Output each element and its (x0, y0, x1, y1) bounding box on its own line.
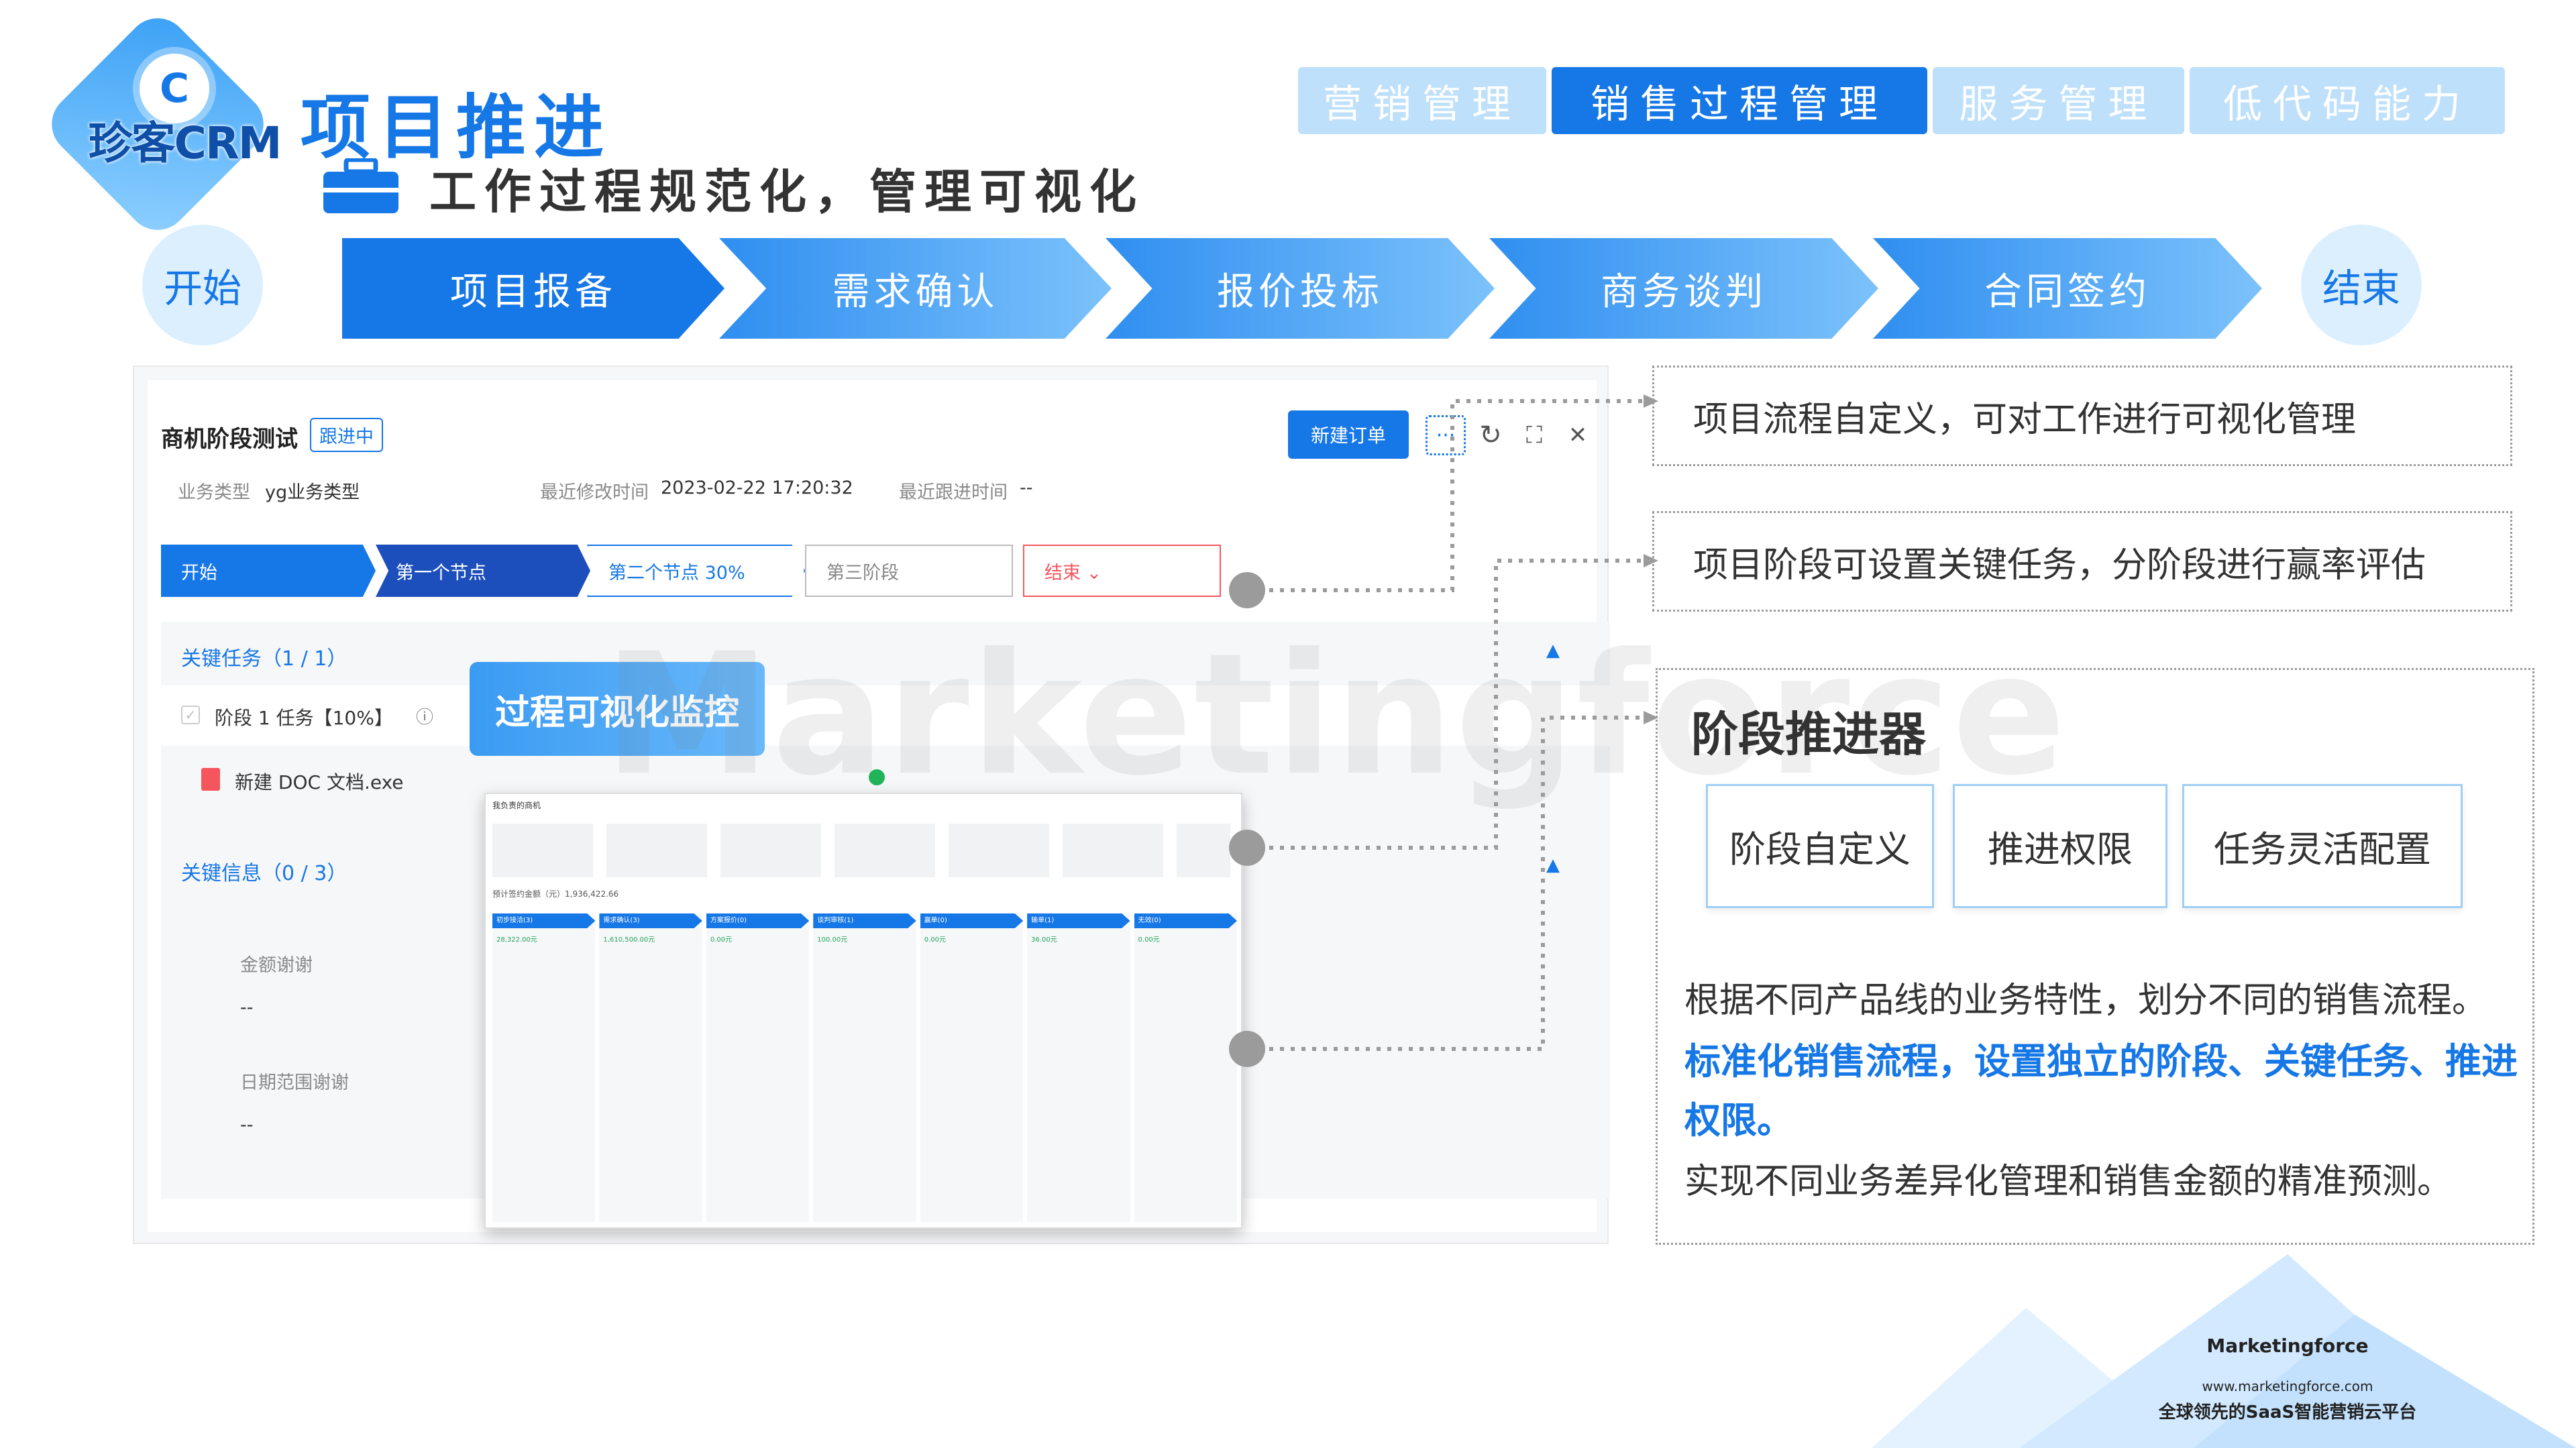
tab-sales-process[interactable]: 销售过程管理 (1552, 67, 1927, 134)
advancer-desc-1: 根据不同产品线的业务特性，划分不同的销售流程。 (1684, 981, 2487, 1021)
amount-field-value: -- (240, 997, 254, 1018)
process-end: 结束 (2301, 225, 2422, 345)
card-stage-custom: 阶段自定义 (1706, 784, 1934, 908)
kanban-column-amount: 28,322.00元 (496, 936, 537, 944)
task-checkbox[interactable]: ✓ (181, 706, 200, 724)
process-step-2: 需求确认 (719, 238, 1112, 339)
kanban-column-amount: 36.00元 (1031, 936, 1057, 944)
page-subtitle: 工作过程规范化，管理可视化 (429, 164, 1144, 219)
kanban-column-amount: 1,610,500.00元 (603, 936, 655, 944)
feature-box-1: 项目流程自定义，可对工作进行可视化管理 (1652, 366, 2512, 466)
kanban-column-header: 初步接洽(3) (492, 913, 596, 928)
process-step-1: 项目报备 (342, 238, 724, 339)
advancer-title: 阶段推进器 (1691, 707, 1926, 762)
stage-node-1[interactable]: 第一个节点 (376, 545, 590, 597)
footer-slogan: 全球领先的SaaS智能营销云平台 (2158, 1402, 2417, 1423)
amount-field-label: 金额谢谢 (240, 955, 313, 976)
logo-text: 珍客CRM (88, 117, 282, 169)
process-start: 开始 (142, 225, 263, 345)
date-range-value: -- (240, 1115, 254, 1135)
stage-node-3[interactable]: 第三阶段 (805, 545, 1013, 597)
tab-marketing[interactable]: 营销管理 (1298, 67, 1546, 134)
kanban-filters (492, 824, 1230, 877)
date-range-label: 日期范围谢谢 (240, 1072, 349, 1093)
business-type-value: yg业务类型 (265, 482, 360, 503)
followup-value: -- (1020, 478, 1033, 498)
kanban-columns: 初步接洽(3) 28,322.00元 需求确认(3) 1,610,500.00元 方案报… (492, 913, 1237, 1222)
kanban-column-header: 赢单(0) (920, 913, 1024, 928)
business-type-label: 业务类型 (178, 482, 250, 503)
footer-url: www.marketingforce.com (2202, 1378, 2373, 1394)
kanban-column-amount: 100.00元 (817, 936, 848, 944)
kanban-thumbnail: 我负责的商机 预计签约金额（元）1,936,422.66 初步接洽(3) 28,3… (484, 793, 1242, 1229)
marketingforce-logo: Marketingforce (2206, 1335, 2369, 1357)
kanban-stats: 预计签约金额（元）1,936,422.66 (492, 889, 619, 899)
process-step-4: 商务谈判 (1489, 238, 1878, 339)
connector-dot (1229, 572, 1265, 608)
kanban-title: 我负责的商机 (492, 801, 541, 810)
modified-value: 2023-02-22 17:20:32 (661, 478, 853, 498)
tab-lowcode[interactable]: 低代码能力 (2190, 67, 2505, 134)
modified-label: 最近修改时间 (540, 482, 649, 503)
connector-dot (1229, 1031, 1265, 1067)
followup-label: 最近跟进时间 (899, 482, 1008, 503)
briefcase-icon (323, 158, 398, 213)
kanban-column: 谈判审核(1) 100.00元 (813, 913, 916, 1222)
tab-service[interactable]: 服务管理 (1933, 67, 2184, 134)
kanban-column-header: 需求确认(3) (599, 913, 702, 928)
status-badge: 跟进中 (310, 418, 383, 452)
connector-lines (1248, 394, 1658, 1051)
stage-node-2[interactable]: 第二个节点 30% (587, 545, 805, 597)
kanban-column: 输单(1) 36.00元 (1027, 913, 1130, 1222)
kanban-column: 需求确认(3) 1,610,500.00元 (599, 913, 702, 1222)
advancer-desc-2: 标准化销售流程，设置独立的阶段、关键任务、推进权限。 (1684, 1040, 2518, 1141)
kanban-column: 初步接洽(3) 28,322.00元 (492, 913, 596, 1222)
file-icon (201, 768, 220, 791)
stage-start[interactable]: 开始 (161, 545, 376, 597)
kanban-column-header: 方案报价(0) (706, 913, 810, 928)
advancer-desc-3: 实现不同业务差异化管理和销售金额的精准预测。 (1684, 1162, 2453, 1202)
card-task-config: 任务灵活配置 (2182, 784, 2463, 908)
kanban-column: 赢单(0) 0.00元 (920, 913, 1024, 1222)
nav-tabs: 营销管理 销售过程管理 服务管理 低代码能力 (1298, 67, 2505, 134)
kanban-column: 方案报价(0) 0.00元 (706, 913, 810, 1222)
task-item: 阶段 1 任务【10%】 (215, 707, 393, 729)
stage-advancer-box: 阶段推进器 阶段自定义 推进权限 任务灵活配置 根据不同产品线的业务特性，划分不… (1656, 668, 2534, 1245)
task-file[interactable]: 新建 DOC 文档.exe (235, 768, 404, 795)
key-tasks-title[interactable]: 关键任务（1 / 1） (181, 642, 347, 671)
process-step-5: 合同签约 (1873, 238, 2262, 339)
card-advance-permission: 推进权限 (1953, 784, 2167, 908)
process-step-3: 报价投标 (1106, 238, 1495, 339)
kanban-column-amount: 0.00元 (924, 936, 946, 944)
feature-box-2: 项目阶段可设置关键任务，分阶段进行赢率评估 (1652, 511, 2512, 612)
slide: C 珍客CRM 项目推进 工作过程规范化，管理可视化 营销管理 销售过程管理 服… (0, 0, 2576, 1448)
kanban-column-amount: 0.00元 (710, 936, 733, 944)
opportunity-title: 商机阶段测试 (161, 426, 298, 453)
connector-dot (1229, 830, 1265, 866)
kanban-column-header: 输单(1) (1027, 913, 1130, 928)
help-icon[interactable]: ⓘ (416, 704, 433, 728)
stage-end[interactable]: 结束 ⌄ (1023, 545, 1221, 597)
brand-logo: C 珍客CRM (39, 5, 288, 243)
kanban-column-header: 谈判审核(1) (813, 913, 916, 928)
key-info-title[interactable]: 关键信息（0 / 3） (181, 856, 347, 886)
